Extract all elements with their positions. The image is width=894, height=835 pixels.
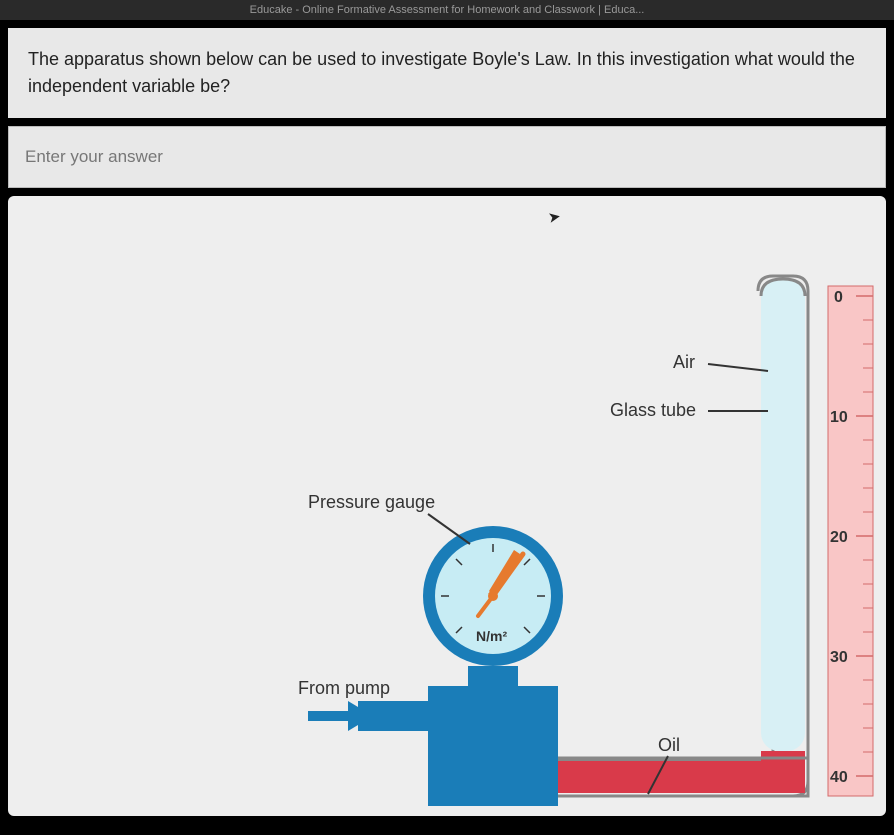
ruler-mark-20: 20 [830,529,848,546]
label-oil: Oil [658,735,680,755]
ruler-mark-30: 30 [830,649,848,666]
glass-tube [518,276,808,796]
answer-input[interactable] [8,126,886,188]
label-pressure-gauge: Pressure gauge [308,492,435,512]
apparatus-diagram: 0 10 20 30 40 [8,196,886,816]
ruler-mark-40: 40 [830,769,848,786]
diagram-card: ➤ [8,196,886,816]
question-card: The apparatus shown below can be used to… [8,28,886,118]
ruler-mark-0: 0 [834,289,843,306]
label-from-pump: From pump [298,678,390,698]
label-glass-tube: Glass tube [610,400,696,420]
question-text: The apparatus shown below can be used to… [28,49,855,96]
answer-card [8,126,886,188]
pressure-gauge: N/m² [423,526,563,666]
ruler: 0 10 20 30 40 [828,286,873,796]
gauge-unit: N/m² [476,628,507,644]
label-air: Air [673,352,695,372]
browser-tab-title: Educake - Online Formative Assessment fo… [0,0,894,20]
ruler-mark-10: 10 [830,409,848,426]
